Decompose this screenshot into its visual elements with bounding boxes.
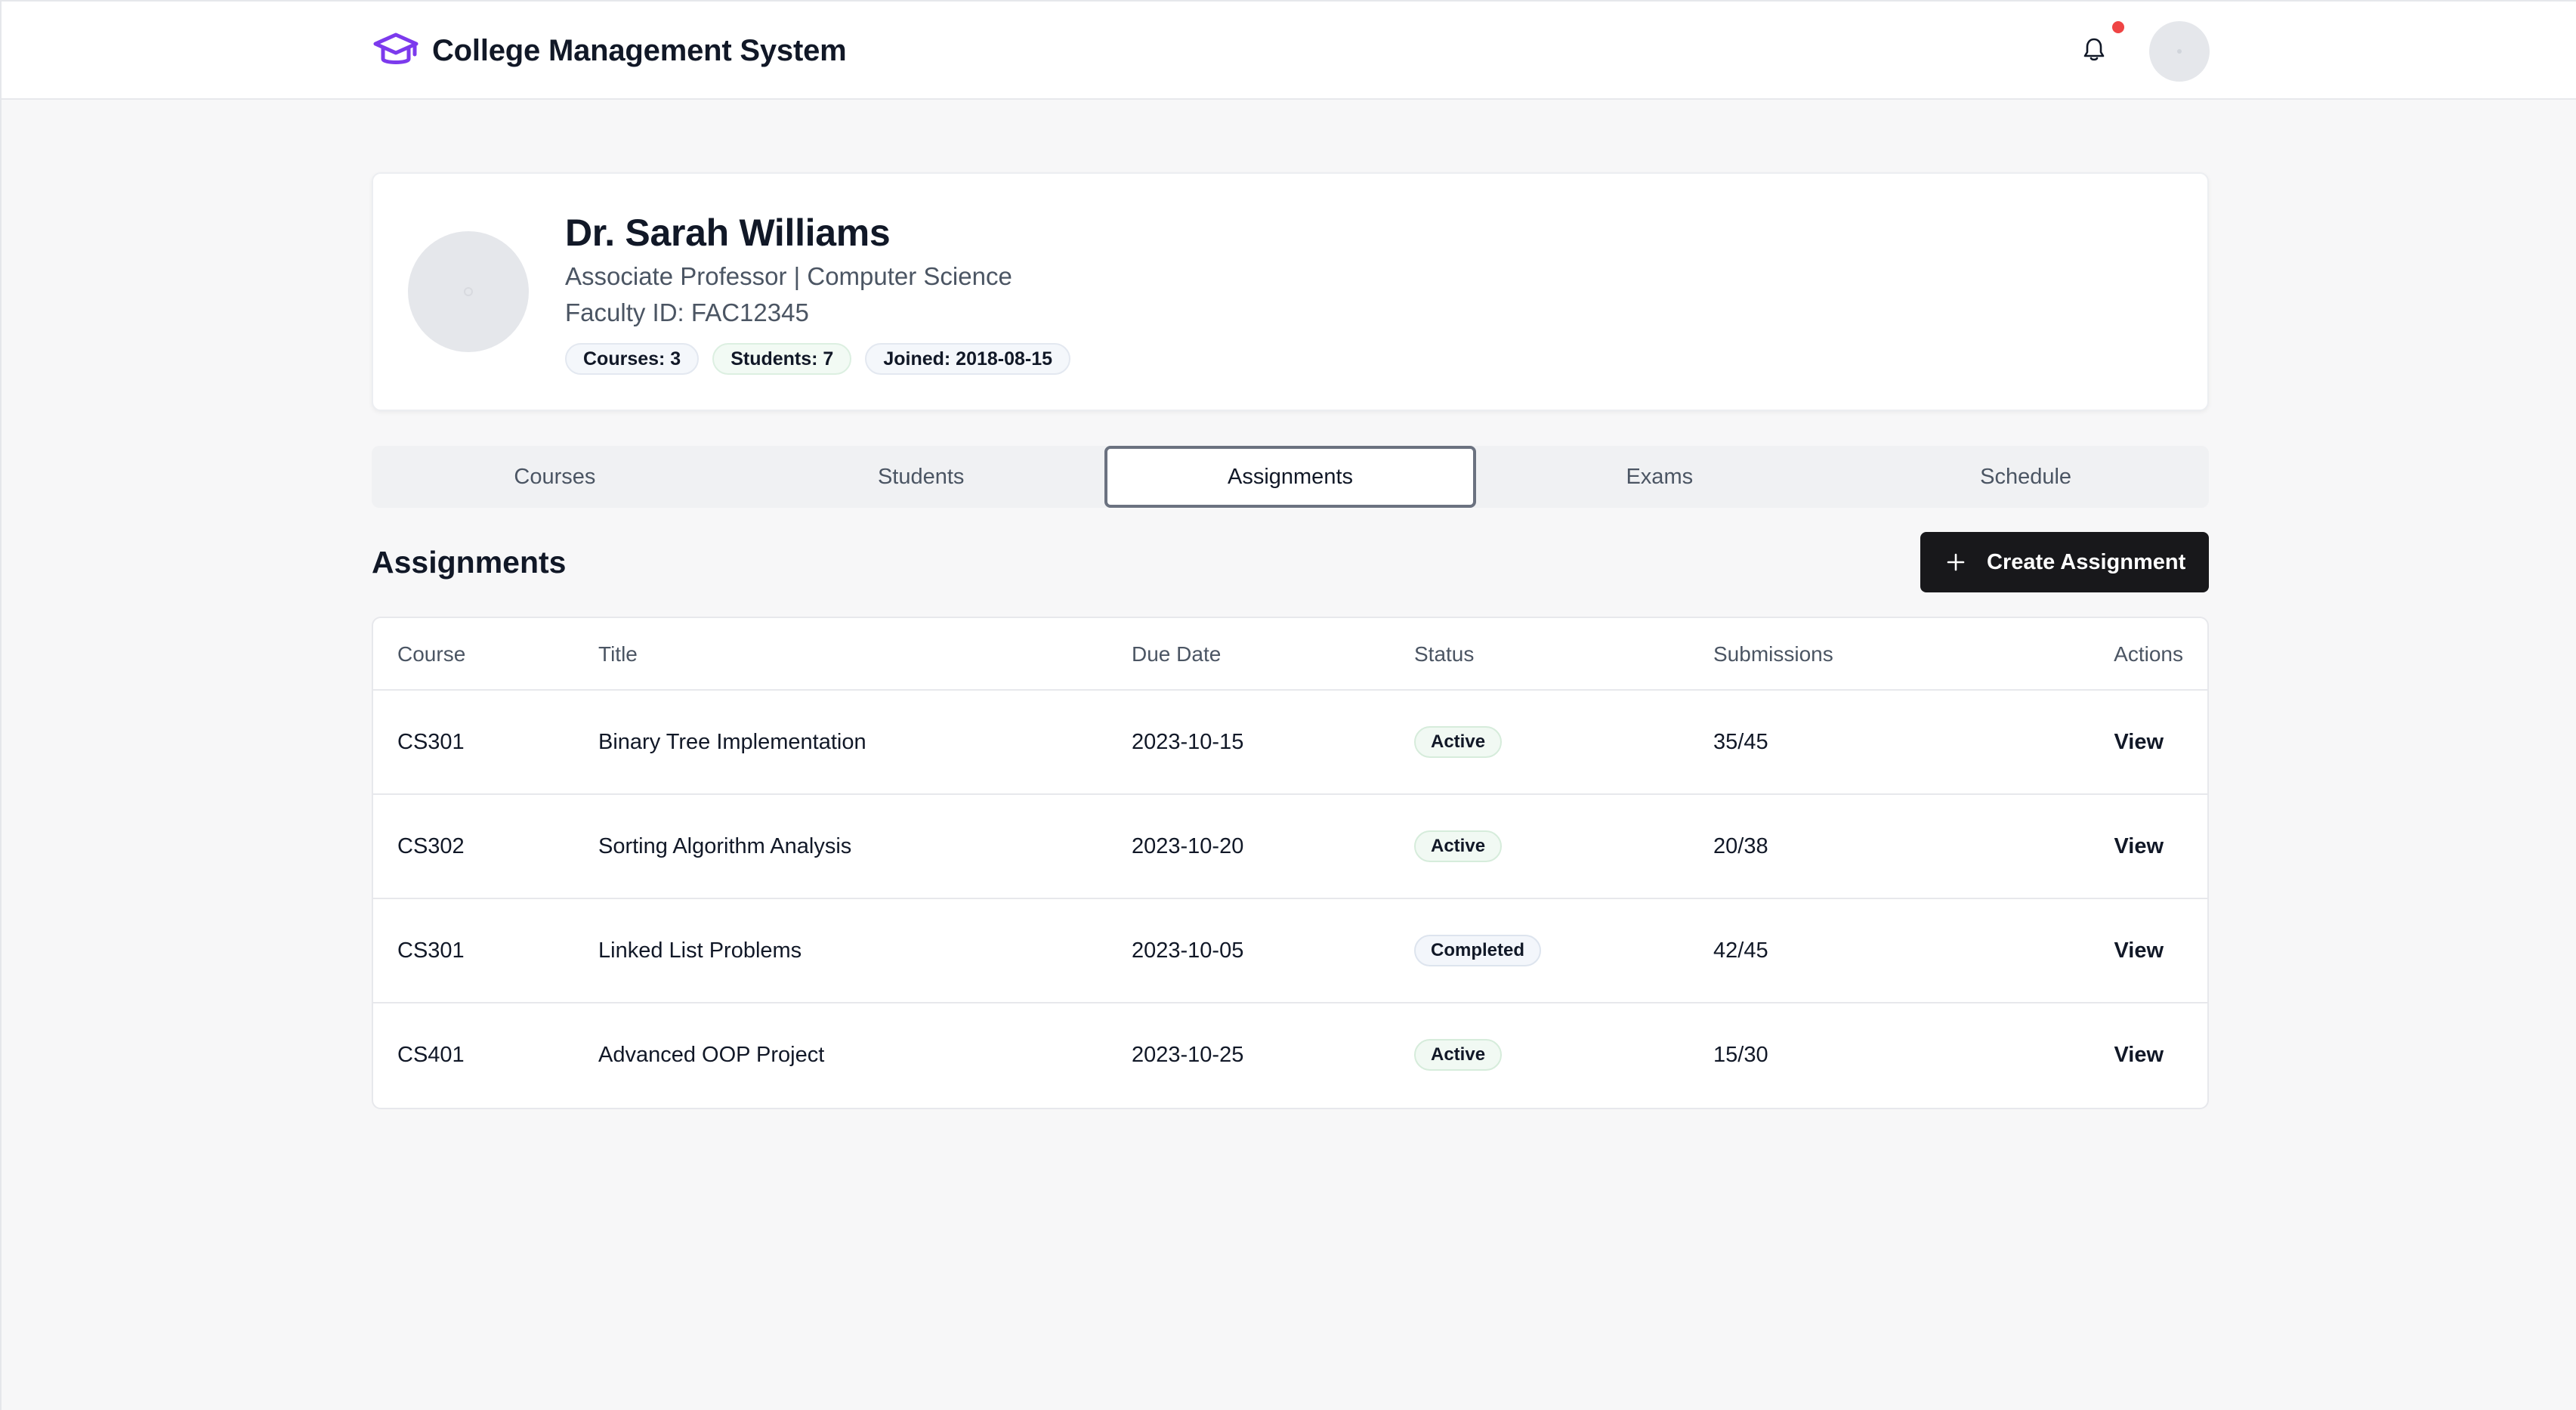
cell-status: Active <box>1414 1003 1503 1106</box>
faculty-id: Faculty ID: FAC12345 <box>565 298 809 326</box>
table-row: CS401 Advanced OOP Project 2023-10-25 Ac… <box>373 1003 2207 1108</box>
cell-due-date: 2023-10-25 <box>1132 1042 1244 1067</box>
brand[interactable]: College Management System <box>372 29 847 73</box>
column-header-due-date: Due Date <box>1132 642 1222 666</box>
tab-assignments[interactable]: Assignments <box>1104 446 1477 508</box>
tab-students[interactable]: Students <box>738 446 1104 508</box>
view-button[interactable]: View <box>2114 1003 2164 1106</box>
cell-status: Active <box>1414 691 1503 793</box>
column-header-course: Course <box>397 642 466 666</box>
column-header-title: Title <box>598 642 638 666</box>
table-header: Course Title Due Date Status Submissions… <box>373 618 2207 691</box>
view-button[interactable]: View <box>2114 691 2164 793</box>
tab-exams[interactable]: Exams <box>1476 446 1842 508</box>
cell-course: CS301 <box>397 729 465 754</box>
tab-courses[interactable]: Courses <box>372 446 738 508</box>
status-badge: Active <box>1414 830 1503 862</box>
cell-title: Binary Tree Implementation <box>598 729 866 754</box>
cell-submissions: 35/45 <box>1713 729 1768 754</box>
cell-course: CS301 <box>397 938 465 963</box>
table-row: CS302 Sorting Algorithm Analysis 2023-10… <box>373 795 2207 899</box>
cell-submissions: 42/45 <box>1713 938 1768 963</box>
create-assignment-label: Create Assignment <box>1987 549 2186 574</box>
profile-name: Dr. Sarah Williams <box>565 212 891 254</box>
user-avatar-button[interactable] <box>2149 21 2210 82</box>
cell-due-date: 2023-10-05 <box>1132 938 1244 963</box>
table-row: CS301 Linked List Problems 2023-10-05 Co… <box>373 899 2207 1003</box>
cell-course: CS302 <box>397 833 465 858</box>
cell-title: Sorting Algorithm Analysis <box>598 833 852 858</box>
column-header-actions: Actions <box>2114 642 2183 666</box>
students-badge: Students: 7 <box>712 343 852 375</box>
create-assignment-button[interactable]: Create Assignment <box>1920 532 2209 592</box>
status-badge: Completed <box>1414 935 1542 966</box>
bell-icon <box>2083 37 2105 65</box>
notification-dot <box>2112 21 2124 33</box>
cell-title: Linked List Problems <box>598 938 802 963</box>
status-badge: Active <box>1414 1039 1503 1071</box>
profile-avatar <box>408 231 529 352</box>
cell-submissions: 20/38 <box>1713 833 1768 858</box>
cell-title: Advanced OOP Project <box>598 1042 825 1067</box>
assignments-table: Course Title Due Date Status Submissions… <box>372 617 2209 1109</box>
profile-card: Dr. Sarah Williams Associate Professor |… <box>372 172 2209 411</box>
cell-course: CS401 <box>397 1042 465 1067</box>
section-title: Assignments <box>372 545 567 580</box>
app-title: College Management System <box>432 33 847 67</box>
notifications-button[interactable] <box>2075 32 2113 70</box>
profile-info: Dr. Sarah Williams Associate Professor |… <box>565 209 1071 375</box>
cell-due-date: 2023-10-20 <box>1132 833 1244 858</box>
view-button[interactable]: View <box>2114 899 2164 1002</box>
cell-submissions: 15/30 <box>1713 1042 1768 1067</box>
plus-icon <box>1946 547 1966 577</box>
view-button[interactable]: View <box>2114 795 2164 898</box>
cell-due-date: 2023-10-15 <box>1132 729 1244 754</box>
graduation-cap-icon <box>372 29 420 73</box>
status-badge: Active <box>1414 726 1503 758</box>
cell-status: Completed <box>1414 899 1542 1002</box>
column-header-submissions: Submissions <box>1713 642 1833 666</box>
courses-badge: Courses: 3 <box>565 343 700 375</box>
tab-schedule[interactable]: Schedule <box>1842 446 2209 508</box>
tab-bar: Courses Students Assignments Exams Sched… <box>372 446 2209 508</box>
joined-badge: Joined: 2018-08-15 <box>865 343 1071 375</box>
cell-status: Active <box>1414 795 1503 898</box>
table-row: CS301 Binary Tree Implementation 2023-10… <box>373 691 2207 795</box>
top-navbar: College Management System <box>2 2 2576 100</box>
profile-badges: Courses: 3 Students: 7 Joined: 2018-08-1… <box>565 343 1071 375</box>
profile-position: Associate Professor | Computer Science <box>565 262 1012 290</box>
column-header-status: Status <box>1414 642 1475 666</box>
